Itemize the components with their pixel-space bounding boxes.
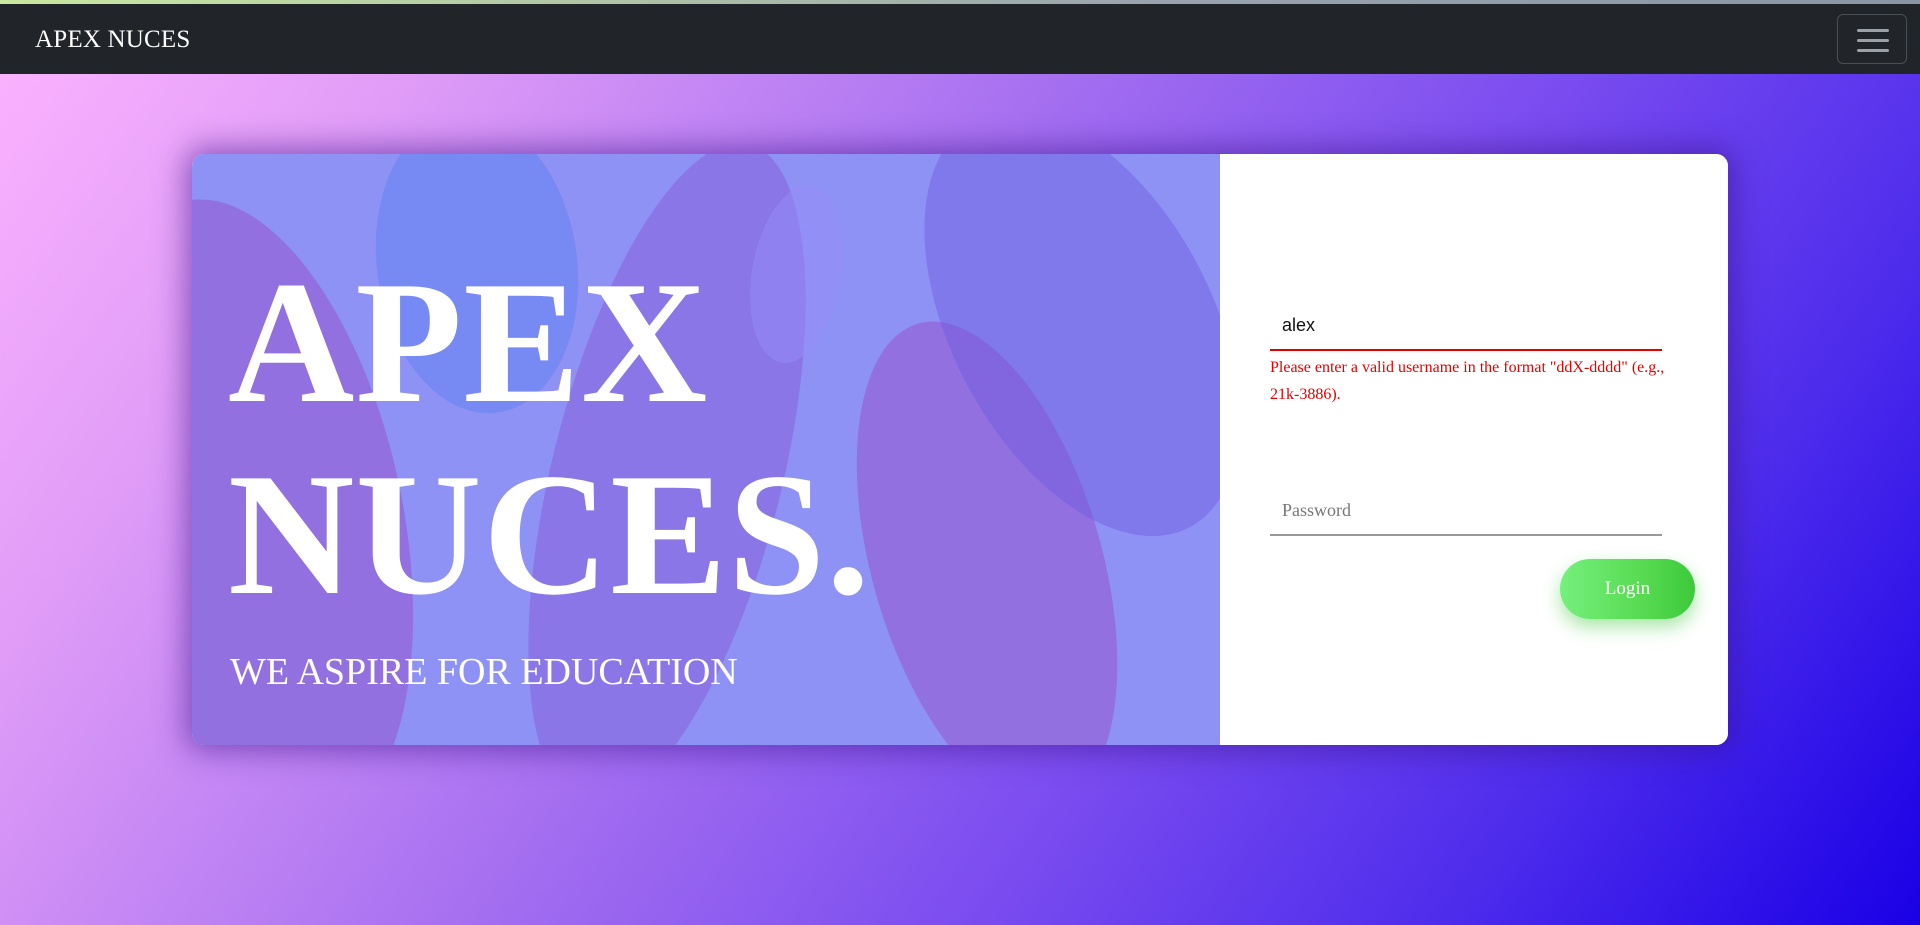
username-error-message: Please enter a valid username in the for… xyxy=(1270,359,1665,403)
hero-subtitle: WE ASPIRE FOR EDUCATION xyxy=(230,651,738,693)
navbar: APEX NUCES xyxy=(0,4,1920,74)
hero-title: APEX NUCES. xyxy=(228,246,871,630)
hamburger-menu-icon-bar xyxy=(1857,49,1889,52)
username-input[interactable] xyxy=(1270,301,1662,351)
navbar-brand[interactable]: APEX NUCES xyxy=(35,26,191,54)
login-card: APEX NUCES. WE ASPIRE FOR EDUCATION Plea… xyxy=(192,154,1728,745)
hero-panel: APEX NUCES. WE ASPIRE FOR EDUCATION xyxy=(192,154,1220,745)
navbar-toggler-button[interactable] xyxy=(1837,14,1907,64)
hamburger-menu-icon xyxy=(1857,29,1889,32)
hero-title-line1: APEX xyxy=(228,245,709,439)
login-form: Please enter a valid username in the for… xyxy=(1220,154,1728,745)
login-button[interactable]: Login xyxy=(1560,559,1695,619)
hamburger-menu-icon-bar xyxy=(1857,39,1889,42)
password-input[interactable] xyxy=(1270,486,1662,536)
hero-title-line2: NUCES. xyxy=(228,437,871,631)
